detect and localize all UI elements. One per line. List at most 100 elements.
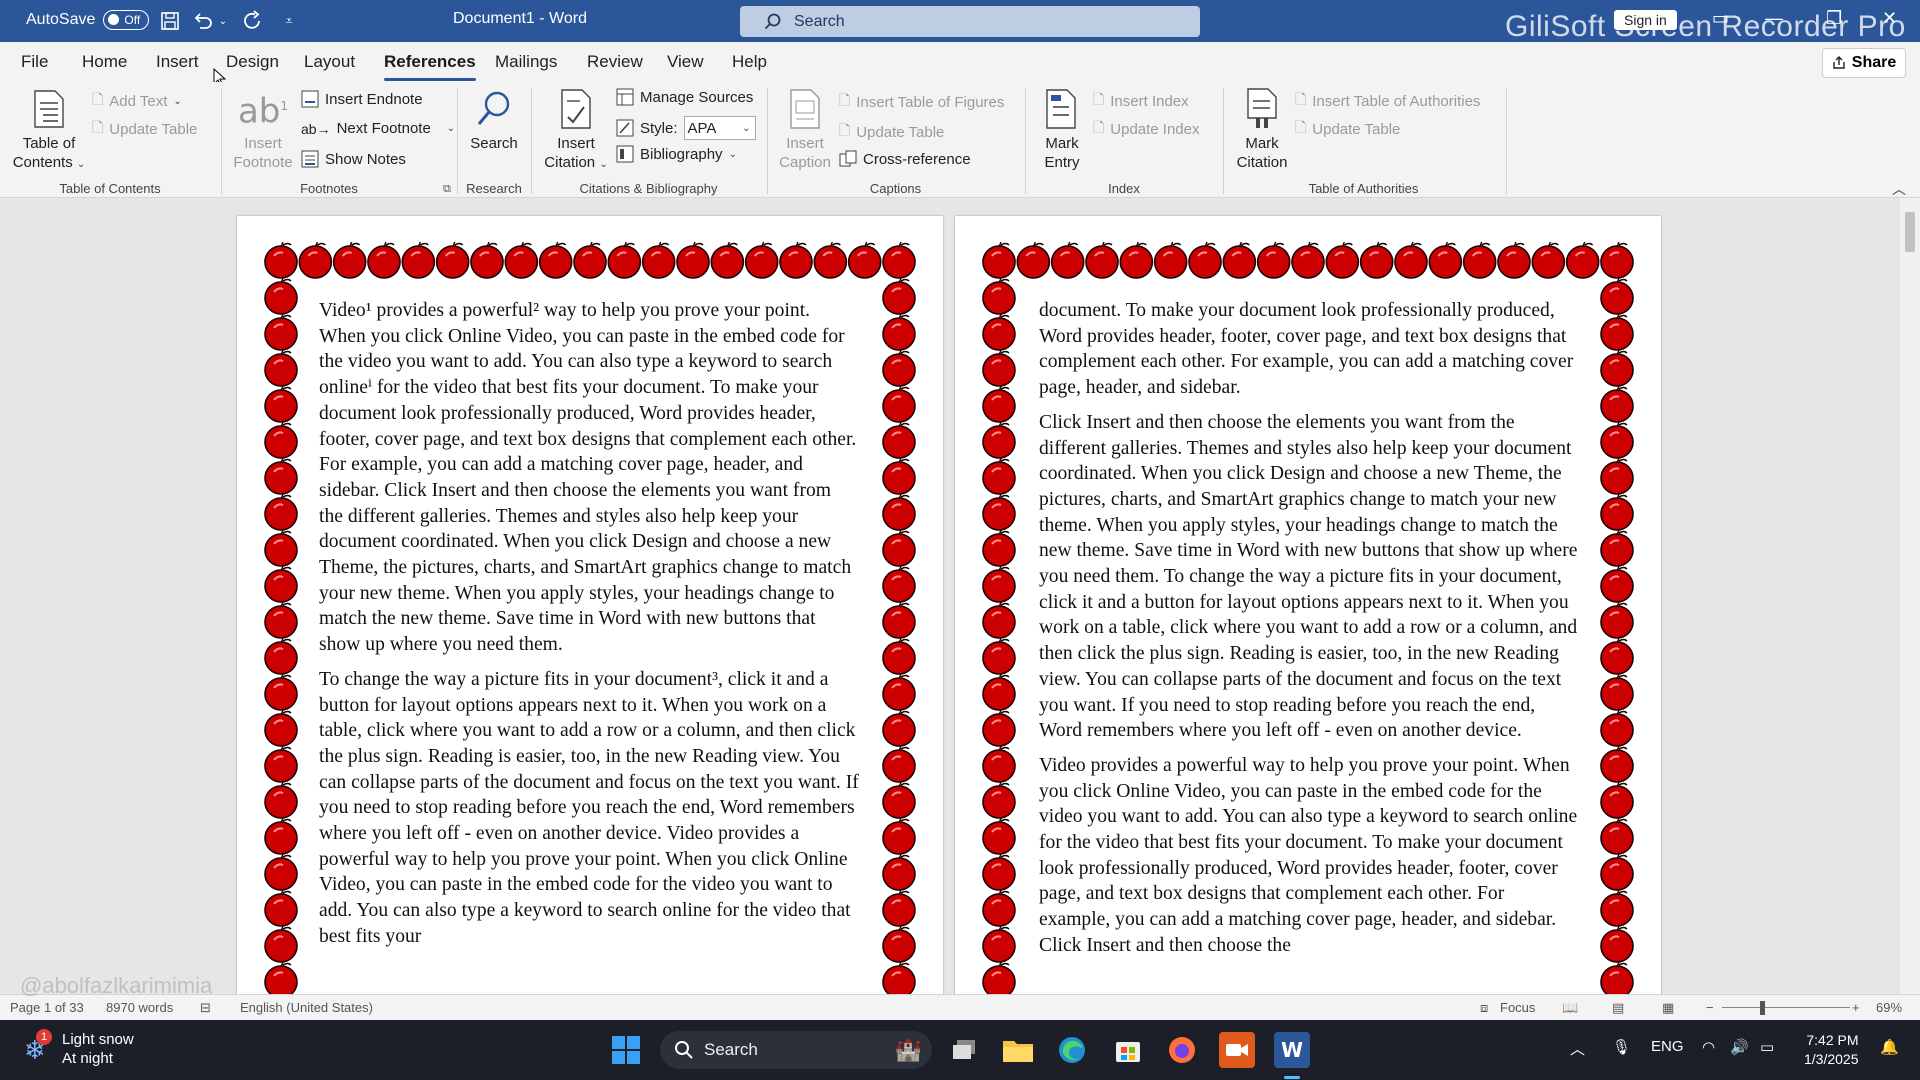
paragraph[interactable]: document. To make your document look pro… bbox=[1039, 298, 1579, 401]
document-page-left[interactable]: Video¹ provides a powerful² way to help … bbox=[237, 216, 943, 994]
apple-border-icon bbox=[264, 637, 298, 675]
tab-design[interactable]: Design bbox=[226, 52, 279, 72]
insert-caption-button[interactable]: Insert Caption bbox=[772, 88, 838, 172]
table-of-contents-button[interactable]: Table of Contents ⌄ bbox=[8, 88, 90, 174]
tab-layout[interactable]: Layout bbox=[304, 52, 355, 72]
tab-insert[interactable]: Insert bbox=[156, 52, 199, 72]
update-index-button[interactable]: 🗋 Update Index bbox=[1093, 117, 1200, 141]
add-text-icon: 🗋 bbox=[92, 91, 104, 107]
save-icon[interactable] bbox=[157, 9, 183, 33]
zoom-out-icon[interactable]: − bbox=[1706, 1000, 1714, 1015]
insert-footnote-button[interactable]: ab1 Insert Footnote bbox=[226, 88, 300, 172]
paragraph[interactable]: To change the way a picture fits in your… bbox=[319, 667, 859, 950]
web-layout-icon[interactable]: ▦ bbox=[1662, 1000, 1674, 1016]
insert-index-button[interactable]: 🗋 Insert Index bbox=[1093, 89, 1189, 113]
print-layout-icon[interactable]: ▤ bbox=[1612, 1000, 1624, 1016]
tab-help[interactable]: Help bbox=[732, 52, 767, 72]
zoom-in-icon[interactable]: + bbox=[1852, 1000, 1860, 1015]
cross-reference-button[interactable]: Cross-reference bbox=[839, 150, 971, 168]
vertical-scrollbar[interactable] bbox=[1900, 198, 1920, 994]
tab-home[interactable]: Home bbox=[82, 52, 127, 72]
manage-sources-button[interactable]: Manage Sources bbox=[616, 88, 753, 106]
insert-citation-button[interactable]: Insert Citation ⌄ bbox=[536, 88, 616, 174]
battery-icon[interactable]: ▭ bbox=[1760, 1038, 1774, 1056]
show-notes-label: Show Notes bbox=[325, 150, 406, 168]
mark-entry-button[interactable]: Mark Entry bbox=[1030, 88, 1094, 172]
add-text-button[interactable]: 🗋 Add Text ⌄ bbox=[92, 89, 182, 113]
redo-icon[interactable] bbox=[240, 9, 266, 33]
volume-icon[interactable]: 🔊 bbox=[1730, 1038, 1749, 1056]
style-select[interactable]: APA ⌄ bbox=[683, 116, 756, 140]
zoom-slider-thumb[interactable] bbox=[1760, 1001, 1765, 1015]
screen-recorder-icon[interactable] bbox=[1219, 1032, 1255, 1068]
page-count[interactable]: Page 1 of 33 bbox=[10, 1000, 84, 1015]
insert-table-of-authorities-button[interactable]: 🗋 Insert Table of Authorities bbox=[1295, 89, 1480, 113]
document-page-right[interactable]: document. To make your document look pro… bbox=[955, 216, 1661, 994]
language-indicator[interactable]: English (United States) bbox=[240, 1000, 373, 1015]
undo-icon[interactable] bbox=[190, 9, 216, 33]
notifications-icon[interactable]: 🔔 bbox=[1880, 1038, 1899, 1056]
zoom-level[interactable]: 69% bbox=[1876, 1000, 1902, 1015]
zoom-slider[interactable] bbox=[1722, 1007, 1850, 1008]
tab-mailings[interactable]: Mailings bbox=[495, 52, 557, 72]
update-table-button[interactable]: 🗋 Update Table bbox=[92, 117, 197, 141]
weather-badge: 1 bbox=[36, 1029, 52, 1045]
input-language[interactable]: ENG bbox=[1651, 1038, 1684, 1055]
word-app-icon[interactable]: W bbox=[1274, 1032, 1310, 1068]
show-notes-button[interactable]: Show Notes bbox=[301, 150, 406, 168]
document-title: Document1 - Word bbox=[453, 10, 587, 27]
update-figures-table-button[interactable]: 🗋 Update Table bbox=[839, 120, 944, 144]
minimize-icon[interactable]: — bbox=[1765, 8, 1783, 29]
tab-view[interactable]: View bbox=[667, 52, 704, 72]
restore-icon[interactable]: ❐ bbox=[1826, 8, 1842, 29]
update-authorities-table-button[interactable]: 🗋 Update Table bbox=[1295, 117, 1400, 141]
taskbar-search[interactable]: Search 🏰 bbox=[660, 1031, 932, 1069]
tab-file[interactable]: File bbox=[21, 52, 48, 72]
store-icon[interactable] bbox=[1110, 1032, 1146, 1068]
edge-icon[interactable] bbox=[1054, 1032, 1090, 1068]
ribbon-display-icon[interactable]: ▭ bbox=[1712, 8, 1729, 29]
apple-border-icon bbox=[982, 817, 1016, 855]
tab-review[interactable]: Review bbox=[587, 52, 643, 72]
tab-references[interactable]: References bbox=[384, 52, 476, 81]
system-clock[interactable]: 7:42 PM 1/3/2025 bbox=[1804, 1031, 1859, 1069]
page-left-body[interactable]: Video¹ provides a powerful² way to help … bbox=[319, 298, 859, 959]
autosave-control[interactable]: AutoSave Off bbox=[26, 10, 150, 30]
title-search-box[interactable]: Search bbox=[740, 6, 1200, 37]
apple-border-icon bbox=[982, 961, 1016, 994]
undo-dropdown-icon[interactable]: ⌄ bbox=[216, 9, 230, 33]
microphone-icon[interactable]: 🎙 bbox=[1612, 1038, 1631, 1056]
search-research-button[interactable]: Search bbox=[462, 88, 526, 153]
next-footnote-button[interactable]: ab→ Next Footnote ⌄ bbox=[301, 120, 455, 137]
weather-widget[interactable]: ❄ 1 Light snow At night bbox=[24, 1029, 134, 1068]
bibliography-button[interactable]: Bibliography ⌄ bbox=[616, 145, 737, 163]
wifi-icon[interactable]: ◠ bbox=[1702, 1038, 1715, 1056]
paragraph[interactable]: Video provides a powerful way to help yo… bbox=[1039, 753, 1579, 959]
focus-icon[interactable]: ⧈ bbox=[1480, 1000, 1488, 1016]
file-explorer-icon[interactable] bbox=[1000, 1032, 1036, 1068]
sign-in-button[interactable]: Sign in bbox=[1614, 10, 1677, 30]
insert-table-of-figures-button[interactable]: 🗋 Insert Table of Figures bbox=[839, 90, 1004, 114]
focus-label[interactable]: Focus bbox=[1500, 1000, 1535, 1015]
tray-overflow-icon[interactable]: ︿ bbox=[1570, 1038, 1585, 1059]
insert-endnote-button[interactable]: Insert Endnote bbox=[301, 90, 423, 108]
paragraph[interactable]: Video¹ provides a powerful² way to help … bbox=[319, 298, 859, 658]
autosave-toggle[interactable]: Off bbox=[103, 10, 150, 30]
share-button[interactable]: Share bbox=[1822, 48, 1906, 78]
page-right-body[interactable]: document. To make your document look pro… bbox=[1039, 298, 1579, 968]
update-figures-icon: 🗋 bbox=[839, 122, 851, 138]
paragraph[interactable]: Click Insert and then choose the element… bbox=[1039, 410, 1579, 744]
footnotes-dialog-launcher-icon[interactable]: ⧉ bbox=[443, 183, 451, 196]
word-count[interactable]: 8970 words bbox=[106, 1000, 173, 1015]
firefox-icon[interactable] bbox=[1164, 1032, 1200, 1068]
scrollbar-thumb[interactable] bbox=[1905, 212, 1915, 252]
customize-toolbar-icon[interactable]: ⩡ bbox=[276, 9, 302, 33]
windows-taskbar: ❄ 1 Light snow At night Search 🏰 W ︿ 🎙 E… bbox=[0, 1020, 1920, 1080]
close-icon[interactable]: ✕ bbox=[1882, 8, 1897, 29]
proofing-icon[interactable]: ⊟ bbox=[200, 1000, 211, 1016]
read-mode-icon[interactable]: 📖 bbox=[1562, 1000, 1578, 1016]
start-icon[interactable] bbox=[608, 1032, 644, 1068]
mark-citation-button[interactable]: Mark Citation bbox=[1228, 88, 1296, 172]
task-view-icon[interactable] bbox=[946, 1032, 982, 1068]
collapse-ribbon-icon[interactable]: ︿ bbox=[1892, 179, 1906, 199]
